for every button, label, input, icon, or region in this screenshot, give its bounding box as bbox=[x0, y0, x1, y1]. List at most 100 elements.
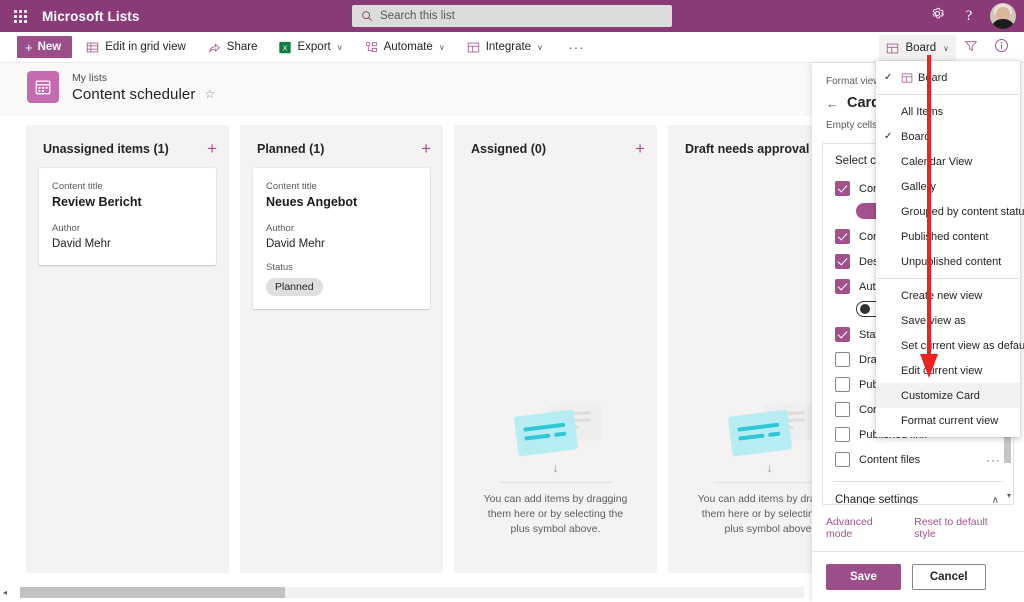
integrate-icon bbox=[467, 41, 480, 54]
menu-item-set-current-view-as-default[interactable]: Set current view as default bbox=[876, 333, 1020, 358]
menu-item-published-content[interactable]: Published content bbox=[876, 224, 1020, 249]
column-title: Draft needs approval (0) bbox=[685, 142, 828, 156]
search-box[interactable] bbox=[352, 5, 672, 27]
suite-bar: Microsoft Lists ? bbox=[0, 0, 1024, 32]
integrate-label: Integrate bbox=[486, 41, 531, 53]
column-title: Assigned (0) bbox=[471, 142, 546, 156]
menu-item-board[interactable]: ✓ Board bbox=[876, 124, 1020, 149]
save-button[interactable]: Save bbox=[826, 564, 901, 590]
menu-item-label: Customize Card bbox=[901, 390, 980, 402]
view-selector-button[interactable]: Board ∨ bbox=[879, 35, 956, 61]
export-button[interactable]: X Export ∨ bbox=[271, 34, 350, 61]
horizontal-scrollbar[interactable]: ◂ ▸ bbox=[0, 582, 824, 602]
checkbox-checked-icon[interactable] bbox=[835, 279, 850, 294]
field-value-title: Neues Angebot bbox=[266, 194, 417, 211]
menu-item-label: Grouped by content status bbox=[901, 206, 1024, 218]
edit-in-grid-view-button[interactable]: Edit in grid view bbox=[78, 34, 194, 61]
command-bar-right: Board ∨ bbox=[879, 34, 1016, 62]
automate-button[interactable]: Automate ∨ bbox=[357, 34, 453, 61]
card-list: Content title Neues Angebot Author David… bbox=[240, 157, 443, 319]
menu-item-grouped-by-content-status[interactable]: Grouped by content status bbox=[876, 199, 1020, 224]
cancel-button[interactable]: Cancel bbox=[912, 564, 986, 590]
empty-illustration bbox=[502, 404, 610, 460]
checkbox-checked-icon[interactable] bbox=[835, 327, 850, 342]
field-label: Status bbox=[266, 261, 417, 275]
scroll-left-arrow-icon[interactable]: ◂ bbox=[0, 588, 10, 597]
breadcrumb[interactable]: My lists bbox=[72, 72, 215, 85]
scroll-down-arrow-icon[interactable]: ▾ bbox=[1007, 491, 1011, 500]
export-label: Export bbox=[297, 41, 330, 53]
app-launcher-button[interactable] bbox=[0, 0, 40, 32]
checkbox-icon[interactable] bbox=[835, 427, 850, 442]
menu-item-save-view-as[interactable]: Save view as bbox=[876, 308, 1020, 333]
menu-item-all-items[interactable]: All Items bbox=[876, 99, 1020, 124]
share-button[interactable]: Share bbox=[200, 34, 266, 61]
reset-to-default-style-link[interactable]: Reset to default style bbox=[914, 516, 1010, 540]
field-label: Author bbox=[52, 222, 203, 236]
checkbox-icon[interactable] bbox=[835, 452, 850, 467]
details-button[interactable] bbox=[986, 34, 1016, 62]
checkbox-checked-icon[interactable] bbox=[835, 254, 850, 269]
new-button-label: New bbox=[38, 41, 62, 53]
more-options-icon[interactable]: ··· bbox=[986, 453, 1001, 467]
gear-icon bbox=[930, 6, 945, 26]
panel-links: Advanced mode Reset to default style bbox=[812, 505, 1024, 551]
menu-item-gallery[interactable]: Gallery bbox=[876, 174, 1020, 199]
add-card-button[interactable]: + bbox=[635, 140, 645, 157]
excel-icon: X bbox=[279, 41, 291, 54]
search-input[interactable] bbox=[380, 6, 672, 26]
status-badge: Planned bbox=[266, 278, 323, 296]
board-card[interactable]: Content title Neues Angebot Author David… bbox=[253, 168, 430, 309]
checkbox-checked-icon[interactable] bbox=[835, 181, 850, 196]
menu-item-label: Unpublished content bbox=[901, 256, 1001, 268]
add-card-button[interactable]: + bbox=[421, 140, 431, 157]
field-label: Author bbox=[266, 222, 417, 236]
menu-item-customize-card[interactable]: Customize Card bbox=[876, 383, 1020, 408]
integrate-button[interactable]: Integrate ∨ bbox=[459, 34, 551, 61]
chevron-up-icon[interactable]: ∧ bbox=[992, 495, 999, 506]
favorite-star-icon[interactable]: ☆ bbox=[204, 87, 215, 101]
checkbox-checked-icon[interactable] bbox=[835, 229, 850, 244]
column-option-row[interactable]: Content files ··· bbox=[823, 447, 1013, 472]
edit-in-grid-view-label: Edit in grid view bbox=[105, 41, 186, 53]
menu-item-edit-current-view[interactable]: Edit current view bbox=[876, 358, 1020, 383]
scrollbar-thumb[interactable] bbox=[20, 587, 285, 598]
app-name: Microsoft Lists bbox=[42, 9, 140, 24]
menu-item-create-new-view[interactable]: Create new view bbox=[876, 283, 1020, 308]
menu-item-format-current-view[interactable]: Format current view bbox=[876, 408, 1020, 433]
share-label: Share bbox=[227, 41, 258, 53]
checkbox-icon[interactable] bbox=[835, 402, 850, 417]
filter-icon bbox=[964, 39, 978, 58]
field-value-title: Review Bericht bbox=[52, 194, 203, 211]
checkbox-icon[interactable] bbox=[835, 352, 850, 367]
change-settings-header[interactable]: Change settings ∧ bbox=[823, 482, 1013, 505]
new-button[interactable]: + New bbox=[17, 36, 72, 58]
checkbox-icon[interactable] bbox=[835, 377, 850, 392]
view-selector-label: Board bbox=[905, 42, 936, 54]
filter-button[interactable] bbox=[956, 34, 986, 62]
waffle-icon bbox=[14, 10, 27, 23]
svg-text:X: X bbox=[283, 43, 288, 52]
add-card-button[interactable]: + bbox=[207, 140, 217, 157]
back-arrow-icon[interactable]: ← bbox=[826, 96, 839, 111]
settings-button[interactable] bbox=[922, 1, 952, 31]
toggle-knob bbox=[860, 304, 870, 314]
field-value: David Mehr bbox=[52, 236, 203, 252]
command-bar: + New Edit in grid view Share X Export ∨ bbox=[0, 32, 1024, 63]
more-commands-button[interactable]: ··· bbox=[559, 34, 594, 61]
menu-item-board-current[interactable]: ✓ Board bbox=[876, 65, 1020, 90]
search-icon bbox=[361, 10, 373, 22]
board-card[interactable]: Content title Review Bericht Author Davi… bbox=[39, 168, 216, 265]
menu-item-label: Create new view bbox=[901, 290, 982, 302]
advanced-mode-link[interactable]: Advanced mode bbox=[826, 516, 900, 540]
scrollbar-track[interactable] bbox=[20, 587, 804, 598]
menu-item-calendar-view[interactable]: Calendar View bbox=[876, 149, 1020, 174]
help-button[interactable]: ? bbox=[954, 1, 984, 31]
panel-breadcrumb-label[interactable]: Format view bbox=[826, 76, 880, 87]
menu-item-label: Format current view bbox=[901, 415, 998, 427]
column-title: Planned (1) bbox=[257, 142, 324, 156]
menu-item-unpublished-content[interactable]: Unpublished content bbox=[876, 249, 1020, 274]
avatar[interactable] bbox=[990, 3, 1016, 29]
illustration-front-card bbox=[513, 409, 577, 456]
board-icon bbox=[901, 72, 913, 84]
